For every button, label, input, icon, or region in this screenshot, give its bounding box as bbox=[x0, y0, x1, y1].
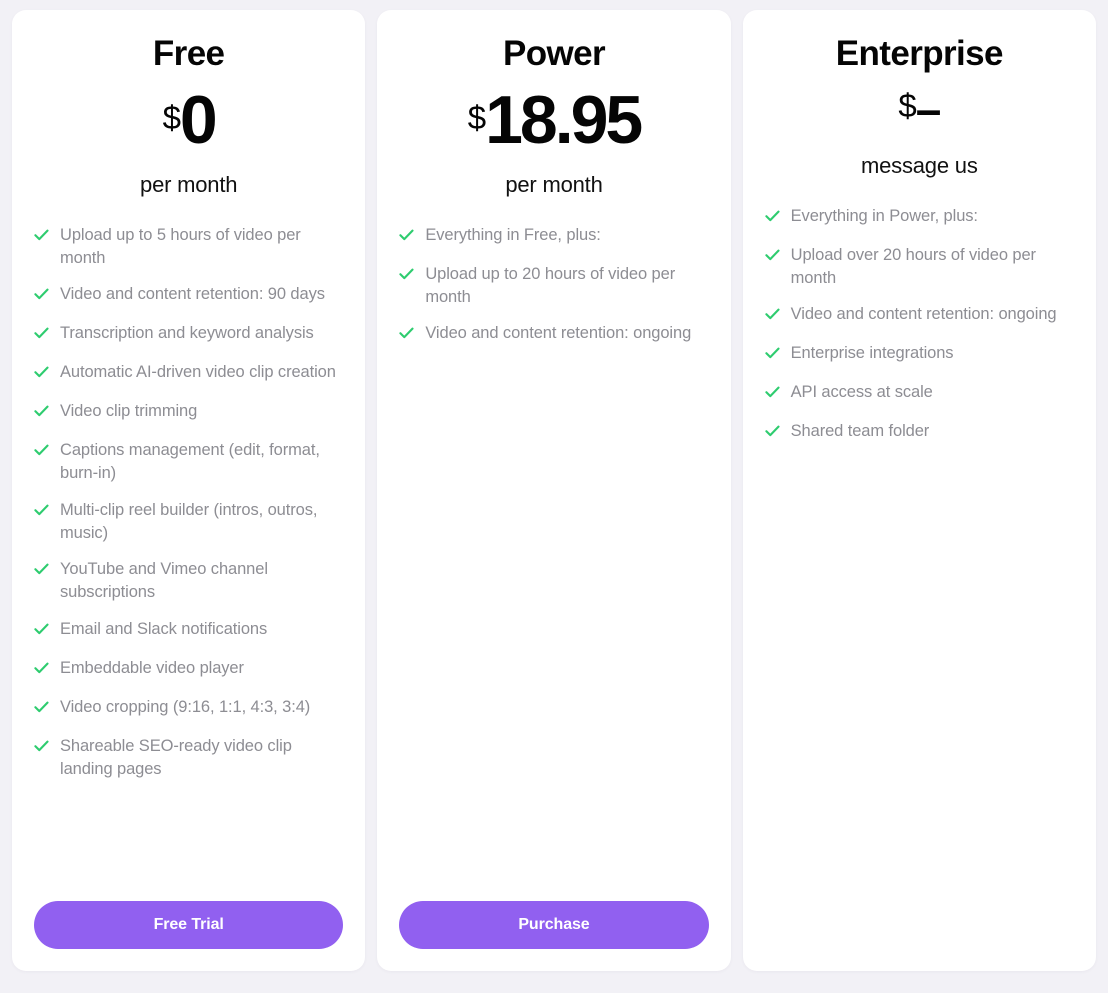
feature-item: Video clip trimming bbox=[34, 400, 343, 425]
plan-card-free: Free $0 per month Upload up to 5 hours of v… bbox=[12, 10, 366, 971]
feature-text: API access at scale bbox=[790, 383, 933, 402]
feature-item: Video and content retention: 90 days bbox=[34, 283, 343, 308]
price-currency-symbol: $ bbox=[898, 86, 916, 124]
feature-item: Automatic AI-driven video clip creation bbox=[34, 361, 343, 386]
plan-cta-slot bbox=[765, 903, 1074, 949]
plan-cta-slot: Free Trial bbox=[34, 901, 344, 949]
price-amount: – bbox=[915, 82, 942, 135]
price-currency-symbol: $ bbox=[467, 98, 486, 136]
plan-price: $0 bbox=[34, 86, 343, 154]
check-icon bbox=[34, 366, 49, 386]
feature-text: Video cropping (9:16, 1:1, 4:3, 3:4) bbox=[60, 697, 311, 716]
feature-item: Upload up to 20 hours of video per month bbox=[399, 263, 708, 309]
feature-item: Upload over 20 hours of video per month bbox=[765, 244, 1074, 290]
feature-text: Everything in Free, plus: bbox=[425, 225, 601, 244]
feature-item: Everything in Free, plus: bbox=[399, 224, 708, 249]
feature-item: API access at scale bbox=[765, 381, 1074, 406]
check-icon bbox=[765, 249, 780, 269]
price-period-label: per month bbox=[140, 171, 238, 197]
feature-text: Shareable SEO-ready video clip landing p… bbox=[60, 736, 292, 778]
plan-price: $– bbox=[765, 86, 1074, 135]
plan-name: Power bbox=[502, 34, 606, 73]
check-icon bbox=[765, 308, 780, 328]
feature-text: Shared team folder bbox=[790, 422, 930, 441]
check-icon bbox=[34, 740, 49, 760]
feature-text: Upload up to 5 hours of video per month bbox=[60, 225, 301, 267]
feature-text: Everything in Power, plus: bbox=[790, 206, 978, 225]
feature-item: Everything in Power, plus: bbox=[765, 205, 1074, 230]
check-icon bbox=[34, 327, 49, 347]
feature-item: Upload up to 5 hours of video per month bbox=[34, 224, 343, 270]
plan-name: Enterprise bbox=[835, 34, 1004, 73]
feature-item: Shareable SEO-ready video clip landing p… bbox=[34, 735, 343, 781]
check-icon bbox=[399, 268, 414, 288]
feature-text: Transcription and keyword analysis bbox=[60, 324, 314, 343]
feature-text: Video and content retention: 90 days bbox=[60, 285, 325, 304]
feature-list: Everything in Power, plus: Upload over 20… bbox=[765, 205, 1074, 881]
feature-text: Captions management (edit, format, burn-… bbox=[60, 441, 320, 483]
check-icon bbox=[34, 288, 49, 308]
feature-item: Captions management (edit, format, burn-… bbox=[34, 439, 343, 485]
plan-price: $18.95 bbox=[399, 86, 708, 154]
check-icon bbox=[765, 425, 780, 445]
check-icon bbox=[34, 229, 49, 249]
feature-text: YouTube and Vimeo channel subscriptions bbox=[60, 560, 268, 602]
feature-item: Email and Slack notifications bbox=[34, 618, 343, 643]
feature-item: Embeddable video player bbox=[34, 657, 343, 682]
feature-list: Upload up to 5 hours of video per month V… bbox=[34, 224, 343, 879]
check-icon bbox=[765, 386, 780, 406]
feature-item: Video cropping (9:16, 1:1, 4:3, 3:4) bbox=[34, 696, 343, 721]
plan-cta-button-power[interactable]: Purchase bbox=[399, 901, 709, 949]
feature-text: Upload up to 20 hours of video per month bbox=[425, 264, 676, 306]
plan-card-power: Power $18.95 per month Everything in Free, … bbox=[377, 10, 731, 971]
pricing-plans-grid: Free $0 per month Upload up to 5 hours of v… bbox=[0, 0, 1108, 993]
feature-item: YouTube and Vimeo channel subscriptions bbox=[34, 558, 343, 604]
feature-item: Multi-clip reel builder (intros, outros,… bbox=[34, 499, 343, 545]
check-icon bbox=[34, 444, 49, 464]
feature-item: Transcription and keyword analysis bbox=[34, 322, 343, 347]
plan-cta-slot: Purchase bbox=[399, 901, 709, 949]
check-icon bbox=[34, 662, 49, 682]
price-period-label: message us bbox=[861, 152, 978, 178]
feature-text: Multi-clip reel builder (intros, outros,… bbox=[60, 500, 318, 542]
feature-text: Enterprise integrations bbox=[790, 344, 954, 363]
check-icon bbox=[399, 229, 414, 249]
check-icon bbox=[34, 623, 49, 643]
feature-text: Embeddable video player bbox=[60, 658, 244, 677]
check-icon bbox=[34, 701, 49, 721]
feature-item: Video and content retention: ongoing bbox=[399, 322, 708, 347]
check-icon bbox=[765, 210, 780, 230]
feature-text: Email and Slack notifications bbox=[60, 619, 268, 638]
plan-name: Free bbox=[152, 34, 225, 73]
feature-item: Shared team folder bbox=[765, 420, 1074, 445]
feature-text: Automatic AI-driven video clip creation bbox=[60, 363, 336, 382]
feature-text: Upload over 20 hours of video per month bbox=[790, 245, 1036, 287]
check-icon bbox=[34, 504, 49, 524]
plan-cta-button-free[interactable]: Free Trial bbox=[34, 901, 344, 949]
feature-item: Video and content retention: ongoing bbox=[765, 303, 1074, 328]
check-icon bbox=[765, 347, 780, 367]
feature-item: Enterprise integrations bbox=[765, 342, 1074, 367]
check-icon bbox=[34, 563, 49, 583]
feature-text: Video and content retention: ongoing bbox=[425, 324, 692, 343]
price-period-label: per month bbox=[505, 171, 603, 197]
price-currency-symbol: $ bbox=[162, 98, 181, 136]
feature-text: Video and content retention: ongoing bbox=[790, 305, 1057, 324]
plan-card-enterprise: Enterprise $– message us Everything in Powe… bbox=[742, 10, 1096, 971]
feature-list: Everything in Free, plus: Upload up to 20… bbox=[399, 224, 708, 879]
price-amount: 18.95 bbox=[485, 81, 643, 158]
check-icon bbox=[34, 405, 49, 425]
check-icon bbox=[399, 327, 414, 347]
feature-text: Video clip trimming bbox=[60, 402, 198, 421]
price-amount: 0 bbox=[179, 81, 218, 158]
